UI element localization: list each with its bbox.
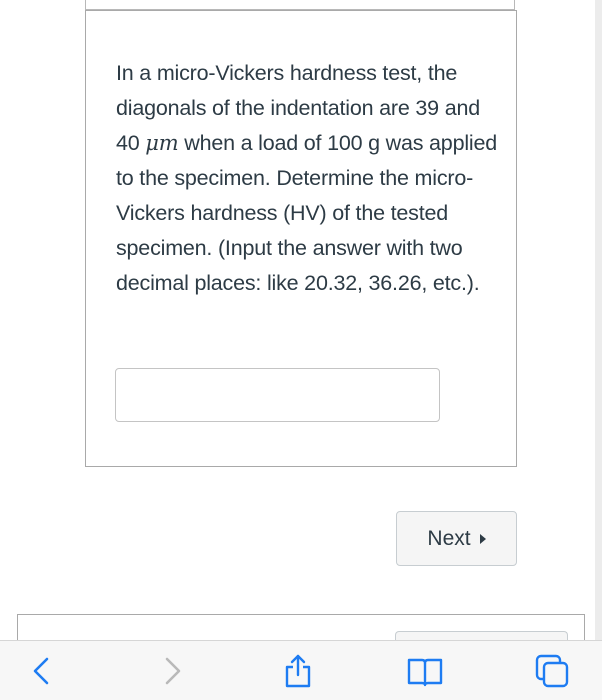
question-text: In a micro-Vickers hardness test, the di…: [116, 56, 501, 301]
answer-input[interactable]: [115, 368, 440, 422]
chevron-right-icon: [165, 657, 181, 685]
quiz-page: In a micro-Vickers hardness test, the di…: [0, 0, 602, 700]
next-button-label: Next: [427, 526, 471, 550]
next-button[interactable]: Next: [396, 511, 517, 566]
scrollbar-track[interactable]: [595, 0, 602, 640]
previous-question-card-bottom: [85, 0, 515, 10]
share-button[interactable]: [276, 649, 320, 693]
tabs-icon: [535, 654, 569, 688]
share-icon: [285, 654, 311, 688]
question-card: In a micro-Vickers hardness test, the di…: [85, 10, 517, 467]
forward-button[interactable]: [150, 649, 194, 693]
book-icon: [407, 658, 443, 687]
unit-micrometer: μm: [145, 131, 179, 155]
chevron-left-icon: [33, 657, 49, 685]
bookmarks-button[interactable]: [403, 649, 447, 693]
question-text-part2: when a load of 100 g was applied to the …: [116, 131, 497, 295]
browser-toolbar: [0, 640, 602, 700]
triangle-right-icon: [479, 534, 486, 544]
back-button[interactable]: [20, 649, 64, 693]
tabs-button[interactable]: [530, 649, 574, 693]
